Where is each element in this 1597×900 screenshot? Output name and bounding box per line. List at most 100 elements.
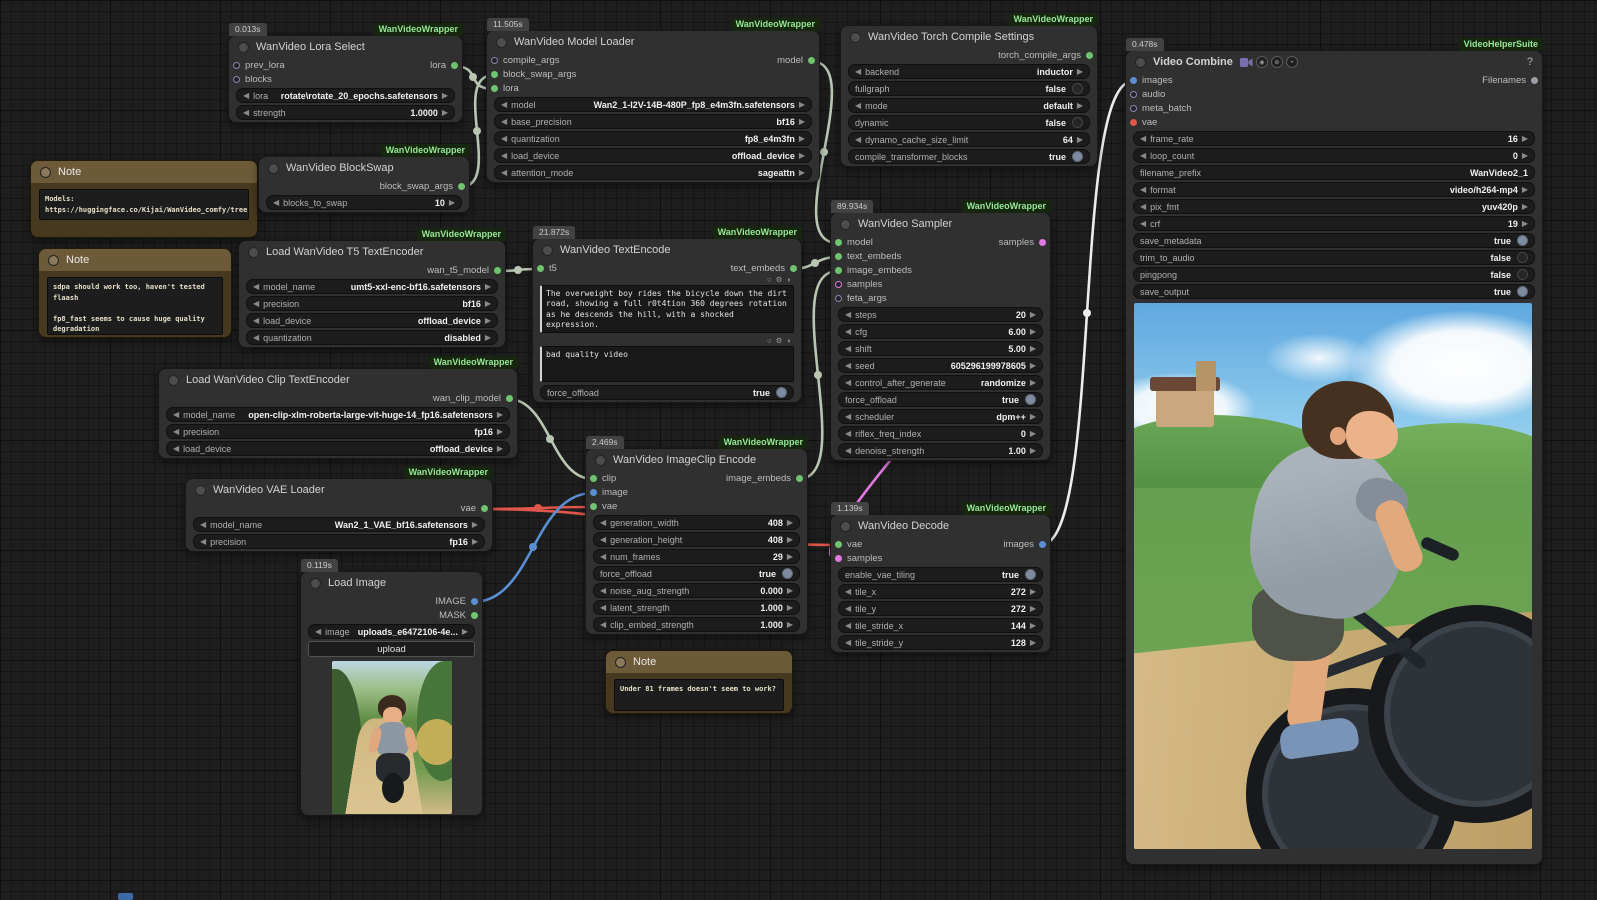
port-dot[interactable] <box>471 611 478 619</box>
collapse-dot[interactable] <box>615 656 626 668</box>
video-preview[interactable] <box>1134 303 1532 849</box>
input-port-image[interactable]: image <box>590 485 628 499</box>
widget-model_name[interactable]: model_nameumt5-xxl-enc-bf16.safetensors <box>246 279 498 294</box>
port-dot[interactable] <box>491 84 498 92</box>
widget-save_output[interactable]: save_output true <box>1133 284 1535 299</box>
widget-model[interactable]: modelWan2_1-I2V-14B-480P_fp8_e4m3fn.safe… <box>494 97 812 112</box>
node-wanvideo-imageclip-encode[interactable]: 2.469s WanVideoWrapper WanVideo ImageCli… <box>585 436 808 635</box>
output-port-image[interactable]: IMAGE <box>435 594 478 608</box>
widget-blocks_to_swap[interactable]: blocks_to_swap10 <box>266 195 462 210</box>
widget-quantization[interactable]: quantizationfp8_e4m3fn <box>494 131 812 146</box>
node-title-bar[interactable]: WanVideo BlockSwap <box>259 157 469 179</box>
widget-dynamo_cache_size_limit[interactable]: dynamo_cache_size_limit64 <box>848 132 1090 147</box>
node-title-bar[interactable]: WanVideo ImageClip Encode <box>586 449 807 471</box>
node-title-bar[interactable]: WanVideo VAE Loader <box>186 479 492 501</box>
port-dot[interactable] <box>1039 238 1046 246</box>
output-port-model[interactable]: model <box>777 53 815 67</box>
widget-precision[interactable]: precisionfp16 <box>166 424 510 439</box>
port-dot[interactable] <box>835 252 842 260</box>
input-port-meta_batch[interactable]: meta_batch <box>1130 101 1192 115</box>
input-port-compile_args[interactable]: compile_args <box>491 53 560 67</box>
node-wanvideo-blockswap[interactable]: WanVideoWrapper WanVideo BlockSwap block… <box>258 144 470 213</box>
output-port-lora[interactable]: lora <box>430 58 458 72</box>
widget-tile_x[interactable]: tile_x272 <box>838 584 1043 599</box>
widget-quantization[interactable]: quantizationdisabled <box>246 330 498 345</box>
widget-force_offload[interactable]: force_offload true <box>593 566 800 581</box>
note-text[interactable]: Under 81 frames doesn't seem to work? <box>614 679 784 711</box>
node-wanvideo-vae-loader[interactable]: WanVideoWrapper WanVideo VAE Loader vae … <box>185 466 493 552</box>
port-dot[interactable] <box>537 264 544 272</box>
output-port-vae[interactable]: vae <box>461 501 488 515</box>
widget-compile_transformer_blocks[interactable]: compile_transformer_blocks true <box>848 149 1090 164</box>
input-port-samples[interactable]: samples <box>835 551 882 565</box>
widget-precision[interactable]: precisionbf16 <box>246 296 498 311</box>
toggle-on[interactable] <box>1072 151 1083 162</box>
collapse-dot[interactable] <box>595 454 606 466</box>
workflow-image-icon[interactable]: ◉ <box>1255 56 1268 68</box>
collapse-dot[interactable] <box>248 246 259 258</box>
node-title-bar[interactable]: Video Combine ◉ ⊕ ◒ ? <box>1126 51 1542 73</box>
node-wanvideo-torch-compile-settings[interactable]: WanVideoWrapper WanVideo Torch Compile S… <box>840 13 1098 167</box>
node-wanvideo-decode[interactable]: 1.139s WanVideoWrapper WanVideo Decode v… <box>830 502 1051 653</box>
widget-pix_fmt[interactable]: pix_fmtyuv420p <box>1133 199 1535 214</box>
widget-fullgraph[interactable]: fullgraph false <box>848 81 1090 96</box>
widget-crf[interactable]: crf19 <box>1133 216 1535 231</box>
port-dot[interactable] <box>835 554 842 562</box>
widget-cfg[interactable]: cfg6.00 <box>838 324 1043 339</box>
note-title-bar[interactable]: Note <box>606 651 792 673</box>
input-port-prev_lora[interactable]: prev_lora <box>233 58 285 72</box>
toggle-on[interactable] <box>776 387 787 398</box>
note-node-models[interactable]: Note Models: https://huggingface.co/Kija… <box>30 160 258 238</box>
widget-format[interactable]: formatvideo/h264-mp4 <box>1133 182 1535 197</box>
port-dot[interactable] <box>1086 51 1093 59</box>
output-port-image_embeds[interactable]: image_embeds <box>726 471 803 485</box>
toggle-on[interactable] <box>782 568 793 579</box>
port-dot[interactable] <box>1130 76 1137 84</box>
port-dot[interactable] <box>790 264 797 272</box>
input-port-lora[interactable]: lora <box>491 81 519 95</box>
widget-model_name[interactable]: model_nameWan2_1_VAE_bf16.safetensors <box>193 517 485 532</box>
help-icon[interactable]: ? <box>1527 56 1533 68</box>
collapse-dot[interactable] <box>238 41 249 53</box>
port-dot[interactable] <box>471 597 478 605</box>
widget-save_metadata[interactable]: save_metadata true <box>1133 233 1535 248</box>
input-port-image_embeds[interactable]: image_embeds <box>835 263 912 277</box>
input-port-images[interactable]: images <box>1130 73 1173 87</box>
output-port-samples[interactable]: samples <box>999 235 1046 249</box>
port-dot[interactable] <box>835 238 842 246</box>
positive-prompt-textarea[interactable]: The overweight boy rides the bicycle dow… <box>540 285 794 333</box>
toggle-off[interactable] <box>1517 269 1528 280</box>
collapse-dot[interactable] <box>542 244 553 256</box>
port-dot[interactable] <box>233 61 240 69</box>
port-dot[interactable] <box>796 474 803 482</box>
node-title-bar[interactable]: WanVideo TextEncode <box>533 239 801 261</box>
widget-latent_strength[interactable]: latent_strength1.000 <box>593 600 800 615</box>
node-title-bar[interactable]: Load Image <box>301 572 482 594</box>
port-dot[interactable] <box>1130 104 1137 112</box>
port-dot[interactable] <box>1130 90 1137 98</box>
widget-force_offload[interactable]: force_offload true <box>540 385 794 400</box>
widget-shift[interactable]: shift5.00 <box>838 341 1043 356</box>
toggle-on[interactable] <box>1517 235 1528 246</box>
widget-image[interactable]: imageuploads_e6472106-4e... <box>308 624 475 639</box>
widget-scheduler[interactable]: schedulerdpm++ <box>838 409 1043 424</box>
port-dot[interactable] <box>590 502 597 510</box>
port-dot[interactable] <box>1130 118 1137 126</box>
port-dot[interactable] <box>590 474 597 482</box>
input-port-vae[interactable]: vae <box>1130 115 1157 129</box>
toggle-on[interactable] <box>1025 394 1036 405</box>
collapse-dot[interactable] <box>268 162 279 174</box>
input-port-model[interactable]: model <box>835 235 873 249</box>
widget-num_frames[interactable]: num_frames29 <box>593 549 800 564</box>
input-port-vae[interactable]: vae <box>590 499 617 513</box>
widget-load_device[interactable]: load_deviceoffload_device <box>166 441 510 456</box>
widget-enable_vae_tiling[interactable]: enable_vae_tiling true <box>838 567 1043 582</box>
note-text[interactable]: sdpa should work too, haven't tested fla… <box>47 277 223 335</box>
note-node-frames[interactable]: Note Under 81 frames doesn't seem to wor… <box>605 650 793 714</box>
widget-backend[interactable]: backendinductor <box>848 64 1090 79</box>
collapse-dot[interactable] <box>168 374 179 386</box>
port-dot[interactable] <box>491 70 498 78</box>
port-dot[interactable] <box>835 280 842 288</box>
upload-button[interactable]: upload <box>308 641 475 657</box>
collapse-dot[interactable] <box>48 254 59 266</box>
